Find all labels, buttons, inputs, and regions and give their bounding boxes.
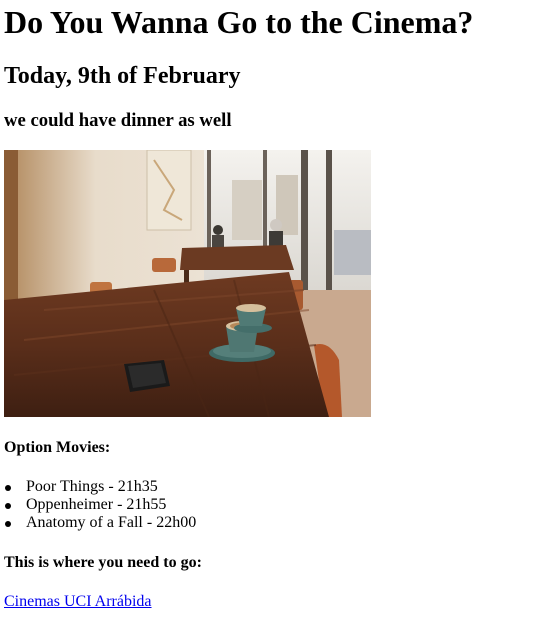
list-item: Poor Things - 21h35: [4, 478, 196, 496]
dinner-subtitle: we could have dinner as well: [4, 110, 232, 131]
movie-list: Poor Things - 21h35 Oppenheimer - 21h55 …: [4, 478, 196, 532]
movies-heading: Option Movies:: [4, 439, 111, 456]
date-heading: Today, 9th of February: [4, 63, 241, 89]
movie-label: Poor Things - 21h35: [26, 478, 158, 495]
location-heading: This is where you need to go:: [4, 554, 202, 571]
bullet-icon: [5, 485, 11, 491]
bullet-icon: [5, 521, 11, 527]
list-item: Oppenheimer - 21h55: [4, 496, 196, 514]
movie-label: Oppenheimer - 21h55: [26, 496, 167, 513]
cinema-link[interactable]: Cinemas UCI Arrábida: [4, 592, 152, 611]
bullet-icon: [5, 503, 11, 509]
page-title: Do You Wanna Go to the Cinema?: [4, 4, 474, 40]
list-item: Anatomy of a Fall - 22h00: [4, 514, 196, 532]
cafe-photo: [4, 150, 371, 417]
movie-label: Anatomy of a Fall - 22h00: [26, 514, 197, 531]
